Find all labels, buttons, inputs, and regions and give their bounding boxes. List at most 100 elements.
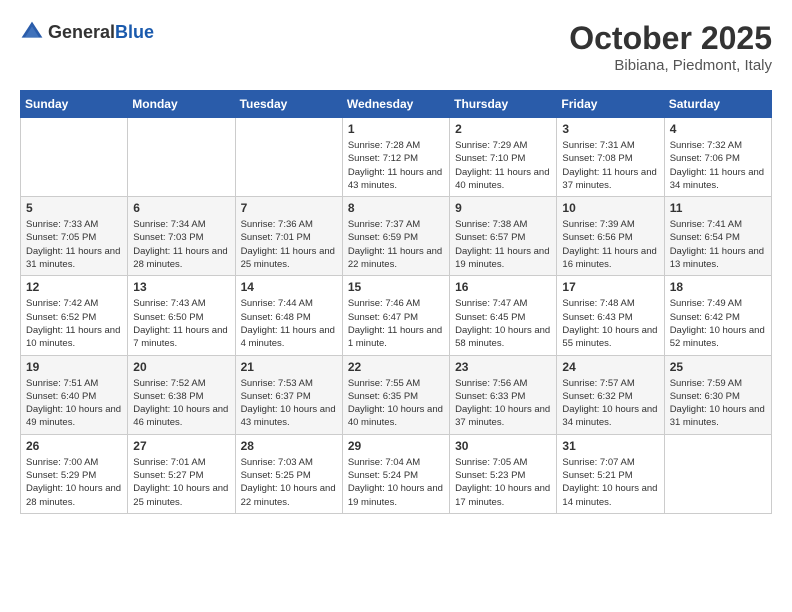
- day-info: Sunrise: 7:41 AMSunset: 6:54 PMDaylight:…: [670, 218, 766, 271]
- calendar-cell: 5 Sunrise: 7:33 AMSunset: 7:05 PMDaylight…: [21, 197, 128, 276]
- day-number: 18: [670, 280, 766, 294]
- day-number: 26: [26, 439, 122, 453]
- day-info: Sunrise: 7:57 AMSunset: 6:32 PMDaylight:…: [562, 377, 658, 430]
- day-info: Sunrise: 7:29 AMSunset: 7:10 PMDaylight:…: [455, 139, 551, 192]
- day-number: 10: [562, 201, 658, 215]
- day-info: Sunrise: 7:04 AMSunset: 5:24 PMDaylight:…: [348, 456, 444, 509]
- weekday-header: Saturday: [664, 91, 771, 118]
- calendar-cell: 27 Sunrise: 7:01 AMSunset: 5:27 PMDayligh…: [128, 434, 235, 513]
- day-number: 2: [455, 122, 551, 136]
- day-info: Sunrise: 7:28 AMSunset: 7:12 PMDaylight:…: [348, 139, 444, 192]
- day-number: 16: [455, 280, 551, 294]
- calendar-cell: 3 Sunrise: 7:31 AMSunset: 7:08 PMDaylight…: [557, 118, 664, 197]
- day-info: Sunrise: 7:00 AMSunset: 5:29 PMDaylight:…: [26, 456, 122, 509]
- calendar-cell: 24 Sunrise: 7:57 AMSunset: 6:32 PMDayligh…: [557, 355, 664, 434]
- day-info: Sunrise: 7:32 AMSunset: 7:06 PMDaylight:…: [670, 139, 766, 192]
- day-info: Sunrise: 7:42 AMSunset: 6:52 PMDaylight:…: [26, 297, 122, 350]
- calendar-cell: 30Sunrise: 7:05 AMSunset: 5:23 PMDayligh…: [450, 434, 557, 513]
- day-info: Sunrise: 7:37 AMSunset: 6:59 PMDaylight:…: [348, 218, 444, 271]
- calendar-week-row: 5 Sunrise: 7:33 AMSunset: 7:05 PMDaylight…: [21, 197, 772, 276]
- day-info: Sunrise: 7:33 AMSunset: 7:05 PMDaylight:…: [26, 218, 122, 271]
- day-number: 31: [562, 439, 658, 453]
- weekday-header: Monday: [128, 91, 235, 118]
- calendar-cell: 9 Sunrise: 7:38 AMSunset: 6:57 PMDaylight…: [450, 197, 557, 276]
- day-info: Sunrise: 7:59 AMSunset: 6:30 PMDaylight:…: [670, 377, 766, 430]
- day-number: 25: [670, 360, 766, 374]
- day-info: Sunrise: 7:47 AMSunset: 6:45 PMDaylight:…: [455, 297, 551, 350]
- day-info: Sunrise: 7:52 AMSunset: 6:38 PMDaylight:…: [133, 377, 229, 430]
- day-info: Sunrise: 7:07 AMSunset: 5:21 PMDaylight:…: [562, 456, 658, 509]
- day-number: 12: [26, 280, 122, 294]
- day-number: 3: [562, 122, 658, 136]
- calendar-cell: 19 Sunrise: 7:51 AMSunset: 6:40 PMDayligh…: [21, 355, 128, 434]
- calendar-week-row: 1 Sunrise: 7:28 AMSunset: 7:12 PMDaylight…: [21, 118, 772, 197]
- day-info: Sunrise: 7:49 AMSunset: 6:42 PMDaylight:…: [670, 297, 766, 350]
- calendar-cell: 20Sunrise: 7:52 AMSunset: 6:38 PMDayligh…: [128, 355, 235, 434]
- day-number: 19: [26, 360, 122, 374]
- day-info: Sunrise: 7:31 AMSunset: 7:08 PMDaylight:…: [562, 139, 658, 192]
- day-info: Sunrise: 7:39 AMSunset: 6:56 PMDaylight:…: [562, 218, 658, 271]
- calendar-cell: 1 Sunrise: 7:28 AMSunset: 7:12 PMDaylight…: [342, 118, 449, 197]
- calendar-cell: [664, 434, 771, 513]
- calendar-week-row: 12 Sunrise: 7:42 AMSunset: 6:52 PMDayligh…: [21, 276, 772, 355]
- weekday-header: Tuesday: [235, 91, 342, 118]
- calendar-cell: 13 Sunrise: 7:43 AMSunset: 6:50 PMDayligh…: [128, 276, 235, 355]
- day-number: 7: [241, 201, 337, 215]
- day-number: 30: [455, 439, 551, 453]
- logo-icon: [20, 20, 44, 44]
- day-number: 15: [348, 280, 444, 294]
- day-number: 21: [241, 360, 337, 374]
- month-title: October 2025: [569, 20, 772, 57]
- day-info: Sunrise: 7:48 AMSunset: 6:43 PMDaylight:…: [562, 297, 658, 350]
- day-number: 1: [348, 122, 444, 136]
- weekday-header: Wednesday: [342, 91, 449, 118]
- title-block: October 2025 Bibiana, Piedmont, Italy: [569, 20, 772, 74]
- calendar-cell: 18 Sunrise: 7:49 AMSunset: 6:42 PMDayligh…: [664, 276, 771, 355]
- logo-text-blue: Blue: [115, 22, 154, 42]
- calendar-cell: 11Sunrise: 7:41 AMSunset: 6:54 PMDayligh…: [664, 197, 771, 276]
- day-number: 13: [133, 280, 229, 294]
- day-number: 14: [241, 280, 337, 294]
- calendar-week-row: 19 Sunrise: 7:51 AMSunset: 6:40 PMDayligh…: [21, 355, 772, 434]
- weekday-header: Thursday: [450, 91, 557, 118]
- calendar-cell: 10 Sunrise: 7:39 AMSunset: 6:56 PMDayligh…: [557, 197, 664, 276]
- day-number: 23: [455, 360, 551, 374]
- day-info: Sunrise: 7:38 AMSunset: 6:57 PMDaylight:…: [455, 218, 551, 271]
- day-number: 6: [133, 201, 229, 215]
- day-number: 29: [348, 439, 444, 453]
- calendar-cell: [235, 118, 342, 197]
- calendar-cell: 23Sunrise: 7:56 AMSunset: 6:33 PMDayligh…: [450, 355, 557, 434]
- logo-text-general: General: [48, 22, 115, 42]
- day-number: 28: [241, 439, 337, 453]
- logo: GeneralBlue: [20, 20, 154, 44]
- calendar-cell: 8 Sunrise: 7:37 AMSunset: 6:59 PMDaylight…: [342, 197, 449, 276]
- day-number: 4: [670, 122, 766, 136]
- day-number: 27: [133, 439, 229, 453]
- day-info: Sunrise: 7:46 AMSunset: 6:47 PMDaylight:…: [348, 297, 444, 350]
- weekday-header: Sunday: [21, 91, 128, 118]
- day-info: Sunrise: 7:03 AMSunset: 5:25 PMDaylight:…: [241, 456, 337, 509]
- day-info: Sunrise: 7:55 AMSunset: 6:35 PMDaylight:…: [348, 377, 444, 430]
- calendar-cell: 17 Sunrise: 7:48 AMSunset: 6:43 PMDayligh…: [557, 276, 664, 355]
- day-number: 17: [562, 280, 658, 294]
- day-info: Sunrise: 7:53 AMSunset: 6:37 PMDaylight:…: [241, 377, 337, 430]
- day-info: Sunrise: 7:44 AMSunset: 6:48 PMDaylight:…: [241, 297, 337, 350]
- calendar-cell: 14 Sunrise: 7:44 AMSunset: 6:48 PMDayligh…: [235, 276, 342, 355]
- calendar-cell: 22 Sunrise: 7:55 AMSunset: 6:35 PMDayligh…: [342, 355, 449, 434]
- day-info: Sunrise: 7:01 AMSunset: 5:27 PMDaylight:…: [133, 456, 229, 509]
- calendar-cell: 31 Sunrise: 7:07 AMSunset: 5:21 PMDayligh…: [557, 434, 664, 513]
- calendar-cell: 16 Sunrise: 7:47 AMSunset: 6:45 PMDayligh…: [450, 276, 557, 355]
- day-number: 22: [348, 360, 444, 374]
- day-number: 5: [26, 201, 122, 215]
- calendar-cell: 4 Sunrise: 7:32 AMSunset: 7:06 PMDaylight…: [664, 118, 771, 197]
- page-header: GeneralBlue October 2025 Bibiana, Piedmo…: [20, 20, 772, 74]
- calendar-cell: 25 Sunrise: 7:59 AMSunset: 6:30 PMDayligh…: [664, 355, 771, 434]
- day-info: Sunrise: 7:43 AMSunset: 6:50 PMDaylight:…: [133, 297, 229, 350]
- day-number: 8: [348, 201, 444, 215]
- day-number: 9: [455, 201, 551, 215]
- calendar-cell: 29 Sunrise: 7:04 AMSunset: 5:24 PMDayligh…: [342, 434, 449, 513]
- day-info: Sunrise: 7:51 AMSunset: 6:40 PMDaylight:…: [26, 377, 122, 430]
- day-number: 24: [562, 360, 658, 374]
- calendar-table: SundayMondayTuesdayWednesdayThursdayFrid…: [20, 90, 772, 514]
- calendar-cell: 2 Sunrise: 7:29 AMSunset: 7:10 PMDaylight…: [450, 118, 557, 197]
